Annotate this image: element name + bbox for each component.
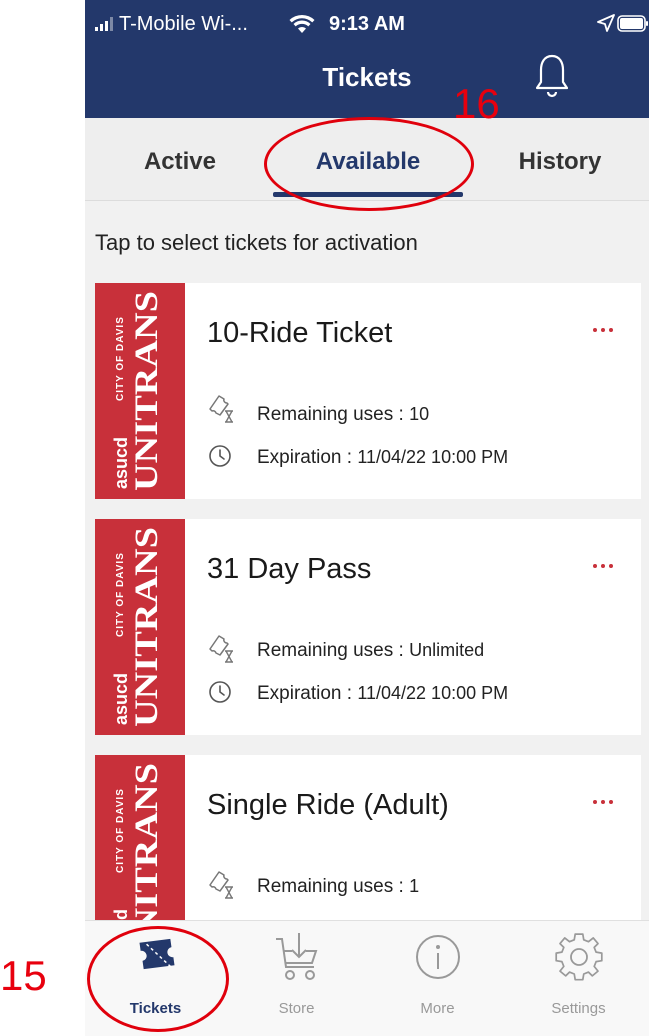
logo-city-text: CITY OF DAVIS xyxy=(115,316,126,401)
tabbar-label: Settings xyxy=(551,1000,606,1017)
app-header: T-Mobile Wi-... 9:13 AM Tickets xyxy=(85,0,649,118)
remaining-uses: Remaining uses : 1 xyxy=(257,876,419,898)
gear-icon xyxy=(555,933,603,981)
ticket-title: 31 Day Pass xyxy=(207,553,372,585)
remaining-uses: Remaining uses : Unlimited xyxy=(257,640,484,662)
status-bar: T-Mobile Wi-... 9:13 AM xyxy=(85,0,649,44)
expiration-label: Expiration : xyxy=(257,683,358,704)
ticket-hourglass-icon xyxy=(209,871,233,899)
logo-city-text: CITY OF DAVIS xyxy=(115,552,126,637)
location-arrow-icon xyxy=(597,14,615,32)
expiration-value: 11/04/22 10:00 PM xyxy=(357,447,509,467)
logo-asucd-text: asucd xyxy=(111,673,131,725)
screenshot-canvas: T-Mobile Wi-... 9:13 AM Tickets Active A… xyxy=(0,0,649,1036)
logo-brand-text: UNITRANS xyxy=(129,527,165,727)
status-time: 9:13 AM xyxy=(329,13,405,35)
remaining-uses-value: 10 xyxy=(409,404,430,424)
tab-active[interactable]: Active xyxy=(120,148,240,176)
notification-bell-icon[interactable] xyxy=(536,52,568,106)
remaining-uses-value: Unlimited xyxy=(409,640,485,660)
tabbar-item-store[interactable]: Store xyxy=(226,921,367,1036)
clock-icon xyxy=(209,681,231,703)
logo-city-text: CITY OF DAVIS xyxy=(115,788,126,873)
expiration-label: Expiration : xyxy=(257,447,358,468)
remaining-uses-label: Remaining uses : xyxy=(257,876,410,897)
remaining-uses-value: 1 xyxy=(409,876,420,896)
battery-icon xyxy=(617,15,648,32)
tab-history[interactable]: History xyxy=(495,148,625,176)
store-download-cart-icon xyxy=(276,933,318,980)
annotation-ring-available-tab xyxy=(264,117,474,211)
ticket-title: 10-Ride Ticket xyxy=(207,317,393,349)
remaining-uses: Remaining uses : 10 xyxy=(257,404,429,426)
ticket-menu-button[interactable] xyxy=(593,555,623,575)
remaining-uses-label: Remaining uses : xyxy=(257,640,410,661)
tabbar-item-more[interactable]: More xyxy=(367,921,508,1036)
info-icon xyxy=(416,935,460,979)
tabbar-label: More xyxy=(420,1000,455,1017)
remaining-uses-label: Remaining uses : xyxy=(257,404,410,425)
ticket-title: Single Ride (Adult) xyxy=(207,789,449,821)
annotation-marker-16: 16 xyxy=(453,80,500,127)
instruction-text: Tap to select tickets for activation xyxy=(95,230,418,255)
ticket-menu-button[interactable] xyxy=(593,791,623,811)
expiration-value: 11/04/22 10:00 PM xyxy=(357,683,509,703)
ticket-card-10-ride[interactable]: UNITRANS CITY OF DAVIS asucd 10-Ride Tic… xyxy=(95,283,641,499)
tabbar-item-settings[interactable]: Settings xyxy=(508,921,649,1036)
unitrans-logo: UNITRANS CITY OF DAVIS asucd xyxy=(95,283,185,499)
expiration: Expiration : 11/04/22 10:00 PM xyxy=(257,447,508,469)
logo-brand-text: UNITRANS xyxy=(129,291,165,491)
ticket-menu-button[interactable] xyxy=(593,319,623,339)
annotation-ring-tickets-tab xyxy=(87,926,229,1032)
clock-icon xyxy=(209,445,231,467)
ticket-hourglass-icon xyxy=(209,395,233,423)
carrier-name: T-Mobile Wi-... xyxy=(119,13,248,35)
cellular-signal-icon xyxy=(95,17,113,31)
expiration: Expiration : 11/04/22 10:00 PM xyxy=(257,683,508,705)
wifi-icon xyxy=(289,14,315,33)
tabbar-label: Store xyxy=(278,1000,315,1017)
annotation-marker-15: 15 xyxy=(0,952,47,999)
ticket-card-31-day[interactable]: UNITRANS CITY OF DAVIS asucd 31 Day Pass… xyxy=(95,519,641,735)
logo-asucd-text: asucd xyxy=(111,437,131,489)
ticket-hourglass-icon xyxy=(209,635,233,663)
unitrans-logo: UNITRANS CITY OF DAVIS asucd xyxy=(95,519,185,735)
